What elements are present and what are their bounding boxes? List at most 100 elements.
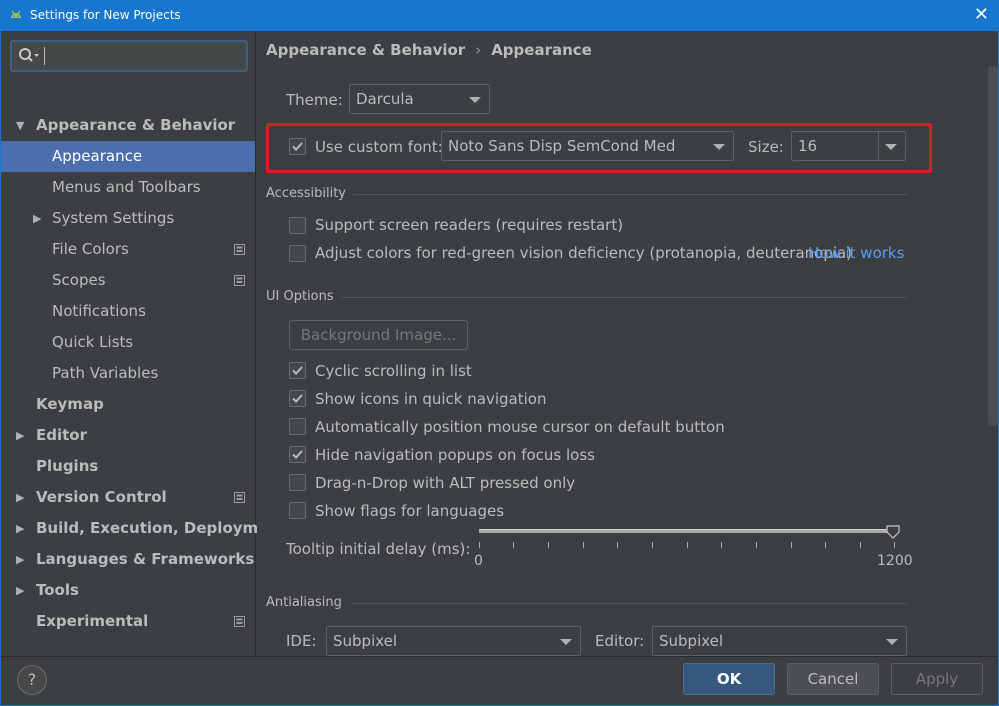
window-title: Settings for New Projects bbox=[30, 8, 181, 22]
android-studio-icon bbox=[11, 10, 21, 18]
sidebar-item-label: Path Variables bbox=[52, 364, 159, 382]
chevron-down-icon bbox=[885, 144, 897, 150]
sidebar-item-appearance[interactable]: Appearance bbox=[1, 141, 255, 172]
slider-tick bbox=[756, 542, 757, 548]
font-size-value: 16 bbox=[798, 137, 818, 155]
dialog-button-bar: ? OK Cancel Apply bbox=[1, 656, 998, 705]
slider-min-label: 0 bbox=[474, 553, 483, 569]
section-divider bbox=[353, 194, 907, 195]
sidebar-item-label: Appearance bbox=[52, 147, 143, 165]
tooltip-delay-slider[interactable] bbox=[479, 529, 895, 533]
sidebar-item-label: Menus and Toolbars bbox=[52, 178, 201, 196]
slider-tick bbox=[617, 542, 618, 548]
ide-antialiasing-dropdown[interactable]: Subpixel bbox=[326, 626, 581, 656]
sidebar-item-label: Notifications bbox=[52, 302, 146, 320]
chevron-down-icon bbox=[886, 639, 898, 645]
chevron-right-icon[interactable]: ▶ bbox=[16, 513, 24, 544]
chevron-down-icon[interactable]: ▼ bbox=[16, 110, 24, 141]
option-label: Show flags for languages bbox=[315, 502, 505, 520]
chevron-right-icon[interactable]: ▶ bbox=[16, 544, 24, 575]
sidebar-item-menus-toolbars[interactable]: Menus and Toolbars bbox=[1, 172, 255, 203]
color-vision-label: Adjust colors for red-green vision defic… bbox=[315, 244, 853, 262]
sidebar-item-label: Keymap bbox=[36, 395, 104, 413]
sidebar-item-label: Languages & Frameworks bbox=[36, 550, 255, 568]
how-it-works-link[interactable]: How it works bbox=[808, 244, 904, 262]
sidebar-item-languages-frameworks[interactable]: ▶ Languages & Frameworks bbox=[1, 544, 255, 575]
use-custom-font-checkbox[interactable] bbox=[289, 138, 306, 155]
sidebar-item-build-execution-deployment[interactable]: ▶ Build, Execution, Deployment bbox=[1, 513, 286, 544]
screen-readers-checkbox[interactable] bbox=[289, 217, 306, 234]
sidebar-item-label: System Settings bbox=[52, 209, 175, 227]
sidebar-item-experimental[interactable]: Experimental bbox=[1, 606, 255, 637]
show-flags-checkbox[interactable] bbox=[289, 502, 306, 519]
sidebar-item-plugins[interactable]: Plugins bbox=[1, 451, 255, 482]
slider-tick bbox=[687, 542, 688, 548]
font-size-label: Size: bbox=[748, 138, 784, 156]
checkmark-icon bbox=[292, 366, 303, 375]
sidebar-item-label: Build, Execution, Deployment bbox=[36, 519, 287, 537]
sidebar-item-editor[interactable]: ▶ Editor bbox=[1, 420, 255, 451]
drag-drop-alt-checkbox[interactable] bbox=[289, 474, 306, 491]
sidebar-item-path-variables[interactable]: Path Variables bbox=[1, 358, 255, 389]
text-caret bbox=[44, 47, 45, 65]
sidebar-item-version-control[interactable]: ▶ Version Control bbox=[1, 482, 255, 513]
show-icons-quick-nav-checkbox[interactable] bbox=[289, 390, 306, 407]
option-label: Hide navigation popups on focus loss bbox=[315, 446, 595, 464]
color-vision-checkbox[interactable] bbox=[289, 245, 306, 262]
breadcrumb-separator: › bbox=[475, 41, 482, 59]
search-input[interactable] bbox=[10, 40, 248, 72]
chevron-down-icon bbox=[713, 144, 725, 150]
slider-thumb[interactable] bbox=[886, 525, 900, 539]
editor-antialiasing-label: Editor: bbox=[595, 632, 645, 650]
checkmark-icon bbox=[292, 142, 303, 151]
editor-antialiasing-dropdown[interactable]: Subpixel bbox=[652, 626, 907, 656]
sidebar-item-file-colors[interactable]: File Colors bbox=[1, 234, 255, 265]
ide-antialiasing-label: IDE: bbox=[286, 632, 317, 650]
slider-tick bbox=[479, 542, 480, 548]
hide-nav-popups-checkbox[interactable] bbox=[289, 446, 306, 463]
breadcrumb-parent[interactable]: Appearance & Behavior bbox=[266, 41, 465, 59]
ide-antialiasing-value: Subpixel bbox=[333, 632, 398, 650]
slider-max-label: 1200 bbox=[877, 553, 913, 569]
sidebar-item-tools[interactable]: ▶ Tools bbox=[1, 575, 255, 606]
sidebar-item-system-settings[interactable]: ▶ System Settings bbox=[1, 203, 255, 234]
chevron-right-icon[interactable]: ▶ bbox=[16, 482, 24, 513]
close-icon[interactable]: ✕ bbox=[974, 5, 989, 25]
chevron-right-icon[interactable]: ▶ bbox=[16, 575, 24, 606]
custom-font-dropdown[interactable]: Noto Sans Disp SemCond Med bbox=[441, 131, 734, 161]
slider-tick bbox=[548, 542, 549, 548]
slider-tick bbox=[721, 542, 722, 548]
sidebar-item-notifications[interactable]: Notifications bbox=[1, 296, 255, 327]
sidebar-item-scopes[interactable]: Scopes bbox=[1, 265, 255, 296]
vertical-scrollbar[interactable] bbox=[988, 66, 998, 426]
slider-tick bbox=[583, 542, 584, 548]
font-size-combo[interactable]: 16 bbox=[791, 131, 906, 161]
sidebar-item-appearance-behavior[interactable]: ▼ Appearance & Behavior bbox=[1, 110, 255, 141]
chevron-right-icon[interactable]: ▶ bbox=[16, 420, 24, 451]
project-level-icon bbox=[234, 244, 245, 255]
theme-dropdown[interactable]: Darcula bbox=[349, 84, 490, 114]
option-label: Cyclic scrolling in list bbox=[315, 362, 472, 380]
theme-value: Darcula bbox=[356, 90, 414, 108]
background-image-button[interactable]: Background Image... bbox=[289, 320, 468, 350]
help-button[interactable]: ? bbox=[17, 665, 47, 695]
project-level-icon bbox=[234, 492, 245, 503]
cancel-button[interactable]: Cancel bbox=[787, 663, 879, 695]
ui-options-section-title: UI Options bbox=[266, 289, 334, 304]
option-label: Show icons in quick navigation bbox=[315, 390, 547, 408]
sidebar-item-label: Scopes bbox=[52, 271, 106, 289]
option-label: Drag-n-Drop with ALT pressed only bbox=[315, 474, 576, 492]
sidebar-item-keymap[interactable]: Keymap bbox=[1, 389, 255, 420]
custom-font-value: Noto Sans Disp SemCond Med bbox=[448, 137, 676, 155]
cyclic-scrolling-checkbox[interactable] bbox=[289, 362, 306, 379]
combo-separator bbox=[878, 132, 879, 160]
screen-readers-label: Support screen readers (requires restart… bbox=[315, 216, 624, 234]
chevron-right-icon[interactable]: ▶ bbox=[33, 203, 41, 234]
ok-button[interactable]: OK bbox=[683, 663, 775, 695]
slider-tick bbox=[825, 542, 826, 548]
sidebar-item-quick-lists[interactable]: Quick Lists bbox=[1, 327, 255, 358]
auto-position-cursor-checkbox[interactable] bbox=[289, 418, 306, 435]
apply-button[interactable]: Apply bbox=[891, 663, 983, 695]
settings-sidebar: ▼ Appearance & Behavior Appearance Menus… bbox=[1, 31, 286, 656]
theme-label: Theme: bbox=[286, 91, 343, 109]
